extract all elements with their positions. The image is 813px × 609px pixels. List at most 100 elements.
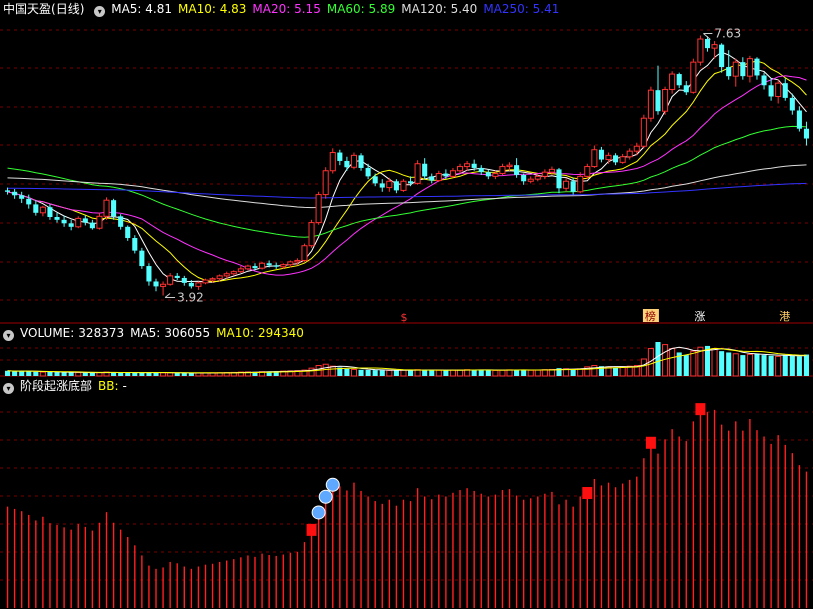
candle-106	[754, 57, 760, 80]
bb-value: -	[122, 379, 127, 393]
candle-body	[803, 128, 810, 139]
chevron-down-icon[interactable]: ▾	[94, 6, 106, 17]
volume-bar-13	[96, 372, 103, 377]
volume-bar-43	[308, 367, 315, 377]
candle-81	[577, 172, 584, 194]
volume-bar-71	[506, 369, 513, 377]
event-tag-dollar: $	[400, 311, 407, 324]
volume-bar-18	[132, 372, 138, 376]
ma20-line	[7, 75, 807, 276]
volume-bar-0	[4, 370, 11, 376]
candle-25	[181, 275, 187, 286]
candle-body	[584, 166, 591, 177]
volume-bar-86	[613, 367, 619, 376]
volume-bar-105	[746, 353, 753, 377]
candle-body	[534, 175, 541, 180]
volume-ma10-value: 294340	[258, 326, 304, 340]
candle-body	[337, 152, 343, 161]
candle-84	[598, 146, 604, 163]
volume-bar-69	[492, 369, 499, 377]
candle-body	[153, 281, 159, 287]
volume-bar-92	[655, 342, 661, 376]
candle-17	[125, 225, 131, 241]
volume-bar-10	[75, 372, 82, 377]
volume-bar-74	[527, 369, 534, 377]
signal-red-square-5	[645, 436, 656, 449]
candle-13	[96, 212, 103, 230]
candle-72	[514, 158, 520, 178]
candle-body	[577, 175, 584, 193]
chevron-down-icon[interactable]: ▾	[3, 330, 14, 341]
candle-body	[209, 278, 216, 281]
candle-47	[337, 149, 343, 166]
volume-bar-9	[68, 372, 74, 376]
candle-body	[541, 171, 548, 177]
candle-body	[499, 166, 506, 175]
candle-body	[697, 38, 704, 63]
signal-red-square-4	[582, 487, 593, 500]
candle-11	[82, 215, 88, 226]
volume-bar-49	[350, 368, 358, 377]
candle-body	[111, 200, 117, 217]
candle-body	[690, 61, 697, 93]
stock-chart[interactable]: 7.63 3.92 $ 榜 涨 港	[0, 0, 813, 609]
volume-bar-5	[39, 371, 46, 377]
stock-name[interactable]: 中国天盈(日线)	[3, 2, 84, 16]
volume-bar-64	[456, 369, 464, 377]
volume-bar-106	[754, 353, 760, 376]
candle-23	[167, 273, 174, 286]
candle-95	[676, 72, 682, 89]
candle-44	[315, 191, 322, 225]
candle-body	[372, 176, 378, 184]
candle-body	[322, 170, 329, 196]
candle-body	[591, 149, 598, 168]
candle-83	[591, 145, 598, 168]
candle-body	[19, 195, 25, 199]
volume-label: VOLUME:	[20, 326, 75, 340]
candle-body	[414, 163, 421, 184]
candle-93	[662, 86, 669, 115]
candle-33	[237, 266, 244, 274]
signal-red-square-0	[306, 523, 317, 536]
volume-bar-17	[125, 372, 131, 376]
candle-body	[683, 85, 689, 93]
volume-bar-104	[740, 355, 746, 376]
volume-bar-112	[796, 356, 802, 376]
candle-body	[167, 275, 174, 285]
candle-body	[746, 58, 753, 77]
candle-body	[485, 172, 491, 177]
candle-body	[435, 173, 442, 182]
candle-58	[414, 160, 421, 185]
indicator-name: 阶段起涨底部	[20, 379, 93, 393]
candle-96	[683, 81, 689, 96]
candle-body	[223, 273, 230, 277]
candle-60	[429, 173, 435, 184]
candle-body	[379, 183, 385, 188]
candle-body	[506, 164, 513, 168]
candle-67	[478, 165, 484, 175]
volume-bar-26	[188, 373, 194, 376]
volume-bar-3	[26, 371, 32, 376]
candle-body	[89, 222, 95, 229]
candle-body	[605, 154, 612, 161]
candle-20	[146, 263, 152, 286]
chevron-down-icon[interactable]: ▾	[3, 383, 14, 394]
volume-bar-67	[478, 369, 484, 376]
volume-bar-65	[464, 369, 471, 377]
candle-body	[598, 149, 604, 160]
volume-bar-101	[719, 351, 725, 376]
volume-bar-6	[47, 371, 53, 376]
candle-91	[647, 86, 654, 122]
event-tag-1: 榜	[645, 309, 656, 323]
candle-48	[344, 156, 350, 171]
candle-body	[54, 217, 60, 220]
candle-body	[655, 90, 661, 112]
candle-59	[422, 158, 428, 180]
volume-bar-73	[521, 369, 527, 376]
ma60-line	[7, 125, 807, 238]
candle-body	[422, 163, 428, 177]
candle-body	[301, 245, 308, 261]
indicator-header: ▾ 阶段起涨底部 BB: -	[3, 378, 133, 394]
period-text: (日线)	[51, 2, 85, 16]
candle-22	[160, 281, 167, 296]
